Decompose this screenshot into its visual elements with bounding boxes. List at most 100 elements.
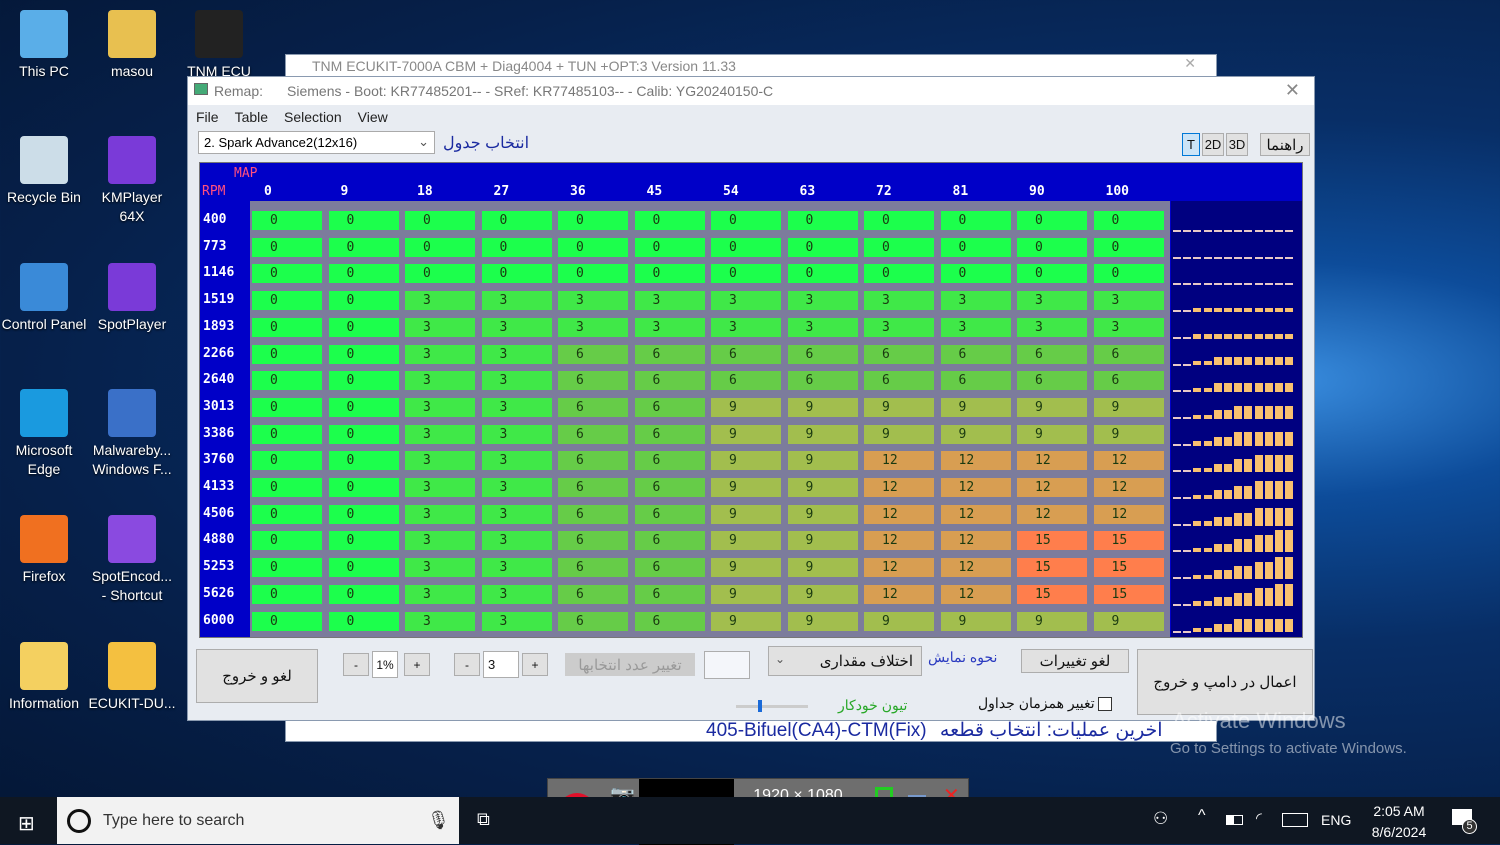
step-minus-button[interactable]: - (454, 653, 480, 676)
desktop-icon[interactable]: SpotPlayer (88, 263, 176, 334)
table-cell[interactable]: 6 (787, 371, 858, 391)
desktop-icon[interactable]: KMPlayer 64X (88, 136, 176, 226)
table-cell[interactable]: 15 (1093, 584, 1164, 604)
table-cell[interactable]: 6 (558, 371, 628, 391)
table-cell[interactable]: 12 (864, 451, 934, 471)
table-cell[interactable]: 6 (634, 371, 705, 391)
table-cell[interactable]: 6 (634, 611, 705, 631)
table-cell[interactable]: 0 (252, 611, 322, 631)
table-cell[interactable]: 3 (481, 611, 552, 631)
table-cell[interactable]: 9 (787, 504, 858, 524)
windows-start-icon[interactable]: ⊞ (18, 811, 35, 836)
table-cell[interactable]: 3 (634, 291, 705, 311)
table-cell[interactable]: 3 (634, 317, 705, 337)
desktop-icon[interactable]: SpotEncod... - Shortcut (88, 515, 176, 605)
table-cell[interactable]: 0 (252, 211, 322, 230)
table-cell[interactable]: 0 (711, 237, 781, 257)
table-cell[interactable]: 0 (252, 317, 322, 337)
table-cell[interactable]: 9 (711, 397, 781, 417)
table-cell[interactable]: 0 (328, 237, 399, 257)
table-cell[interactable]: 6 (634, 504, 705, 524)
table-cell[interactable]: 15 (1017, 531, 1087, 551)
table-cell[interactable]: 0 (711, 264, 781, 284)
table-cell[interactable]: 3 (711, 317, 781, 337)
table-cell[interactable]: 0 (328, 504, 399, 524)
table-cell[interactable]: 9 (711, 531, 781, 551)
table-cell[interactable]: 6 (1017, 344, 1087, 364)
table-cell[interactable]: 0 (1093, 264, 1164, 284)
table-cell[interactable]: 3 (405, 478, 475, 497)
table-cell[interactable]: 0 (252, 558, 322, 578)
sync-tables-checkbox[interactable]: تغییر همزمان جداول (978, 695, 1112, 712)
table-cell[interactable]: 6 (787, 344, 858, 364)
change-selected-button[interactable]: تغییر عدد انتخابها (565, 653, 695, 676)
table-cell[interactable]: 3 (481, 584, 552, 604)
table-cell[interactable]: 9 (940, 424, 1011, 444)
table-cell[interactable]: 9 (787, 584, 858, 604)
menu-file[interactable]: File (196, 109, 219, 125)
table-cell[interactable]: 0 (328, 558, 399, 578)
desktop-icon[interactable]: Microsoft Edge (0, 389, 88, 479)
table-cell[interactable]: 6 (634, 584, 705, 604)
table-cell[interactable]: 12 (1093, 451, 1164, 471)
table-cell[interactable]: 3 (405, 558, 475, 578)
table-cell[interactable]: 3 (1093, 291, 1164, 311)
table-cell[interactable]: 0 (405, 211, 475, 230)
table-cell[interactable]: 0 (940, 211, 1011, 230)
microphone-icon[interactable]: 🎙 (427, 810, 450, 831)
apply-exit-button[interactable]: اعمال در دامپ و خروج (1137, 649, 1313, 715)
clock[interactable]: 2:05 AM 8/6/2024 (1366, 801, 1432, 843)
table-cell[interactable]: 12 (940, 504, 1011, 524)
table-cell[interactable]: 6 (558, 558, 628, 578)
table-cell[interactable]: 3 (481, 291, 552, 311)
table-cell[interactable]: 0 (558, 211, 628, 230)
table-cell[interactable]: 12 (864, 478, 934, 497)
table-cell[interactable]: 6 (558, 397, 628, 417)
table-cell[interactable]: 0 (1093, 211, 1164, 230)
table-cell[interactable]: 9 (787, 611, 858, 631)
table-cell[interactable]: 3 (787, 317, 858, 337)
table-cell[interactable]: 6 (711, 344, 781, 364)
table-cell[interactable]: 6 (558, 504, 628, 524)
step-plus-button[interactable]: + (522, 653, 548, 676)
table-cell[interactable]: 3 (711, 291, 781, 311)
table-cell[interactable]: 0 (328, 317, 399, 337)
table-cell[interactable]: 0 (328, 371, 399, 391)
table-cell[interactable]: 3 (405, 531, 475, 551)
checkbox-box[interactable] (1097, 696, 1112, 711)
table-cell[interactable]: 9 (711, 504, 781, 524)
table-cell[interactable]: 3 (558, 291, 628, 311)
table-cell[interactable]: 6 (634, 531, 705, 551)
table-cell[interactable]: 0 (558, 237, 628, 257)
table-cell[interactable]: 3 (405, 451, 475, 471)
table-cell[interactable]: 9 (711, 611, 781, 631)
table-cell[interactable]: 0 (328, 584, 399, 604)
table-cell[interactable]: 0 (252, 504, 322, 524)
table-cell[interactable]: 0 (711, 211, 781, 230)
table-cell[interactable]: 9 (711, 451, 781, 471)
close-button[interactable]: ✕ (1285, 80, 1300, 101)
table-cell[interactable]: 0 (634, 211, 705, 230)
table-cell[interactable]: 9 (940, 611, 1011, 631)
table-cell[interactable]: 0 (481, 237, 552, 257)
table-cell[interactable]: 12 (1017, 504, 1087, 524)
table-cell[interactable]: 0 (252, 237, 322, 257)
table-cell[interactable]: 6 (558, 611, 628, 631)
table-cell[interactable]: 9 (711, 424, 781, 444)
language-indicator[interactable]: ENG (1321, 812, 1351, 828)
table-cell[interactable]: 0 (328, 291, 399, 311)
desktop-icon[interactable]: ECUKIT-DU... (88, 642, 176, 713)
table-cell[interactable]: 9 (711, 558, 781, 578)
people-icon[interactable]: ⚇ (1153, 809, 1168, 829)
wifi-icon[interactable]: ◜ (1256, 809, 1262, 827)
value-input[interactable] (704, 651, 750, 679)
display-mode-select[interactable]: ⌄ اختلاف مقداری (768, 646, 922, 676)
table-cell[interactable]: 6 (558, 424, 628, 444)
table-cell[interactable]: 6 (558, 531, 628, 551)
table-cell[interactable]: 12 (940, 531, 1011, 551)
table-cell[interactable]: 6 (634, 478, 705, 497)
menu-view[interactable]: View (358, 109, 388, 125)
table-cell[interactable]: 0 (252, 584, 322, 604)
table-cell[interactable]: 3 (481, 424, 552, 444)
table-cell[interactable]: 0 (252, 397, 322, 417)
